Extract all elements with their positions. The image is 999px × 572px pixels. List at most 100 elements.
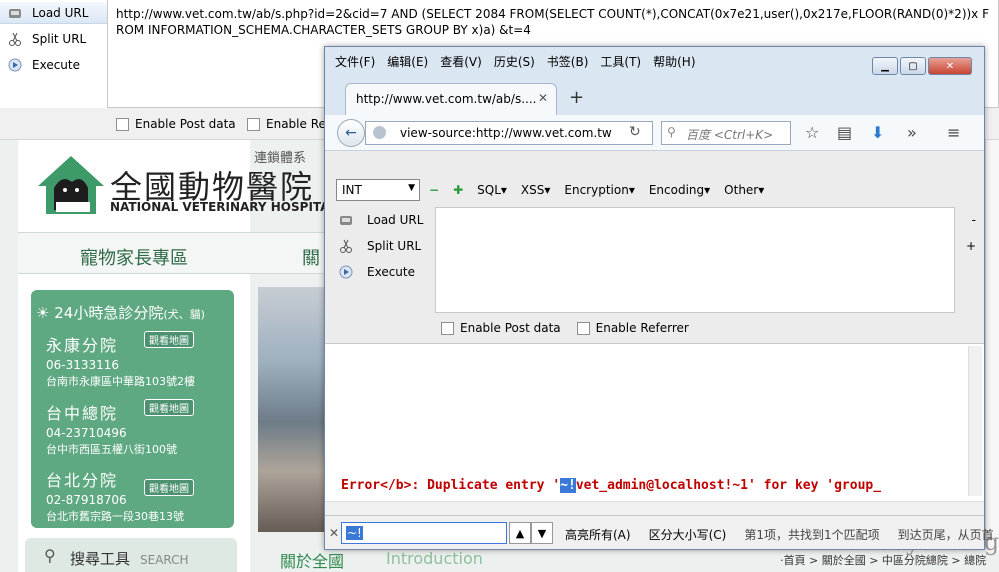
back-enable-referrer-option[interactable]: Enable Re [247, 117, 326, 131]
highlight-all-button[interactable]: 高亮所有(A) [565, 526, 631, 543]
hackbar-panel: INT ▼ − ✚ SQL▾ XSS▾ Encryption▾ Encoding▾… [325, 151, 984, 343]
menu-encryption[interactable]: Encryption▾ [564, 183, 634, 197]
browser-tab[interactable]: http://www.vet.com.tw/ab/s.... ✕ [345, 83, 557, 115]
back-execute-label: Execute [32, 58, 80, 72]
maximize-icon: ▢ [908, 60, 918, 72]
back-split-url-label: Split URL [32, 32, 87, 46]
branch-phone: 04-23710496 [46, 426, 127, 440]
page-scrollbar[interactable] [985, 140, 999, 552]
back-load-url-button[interactable]: Load URL [0, 2, 107, 24]
branch-phone: 06-3133116 [46, 358, 120, 372]
firefox-window: 文件(F) 编辑(E) 查看(V) 历史(S) 书签(B) 工具(T) 帮助(H… [324, 46, 994, 550]
close-button[interactable]: ✕ [928, 57, 972, 75]
sql-error-line: Error</b>: Duplicate entry '~!vet_admin@… [341, 478, 881, 493]
menu-help[interactable]: 帮助(H) [653, 53, 695, 70]
hackbar-url-textarea[interactable] [435, 207, 955, 313]
menu-file[interactable]: 文件(F) [335, 53, 375, 70]
map-button-yongkang[interactable]: 觀看地圖 [144, 331, 194, 348]
find-result-info: 第1项，共找到1个匹配项 [744, 528, 880, 542]
download-icon[interactable]: ⬇ [871, 123, 884, 142]
chevron-down-icon: ▼ [408, 183, 415, 193]
search-tool-label: 搜尋工具 [70, 550, 131, 568]
url-bar[interactable]: view-source:http://www.vet.com.tw [365, 121, 653, 145]
sun-icon: ☀ [36, 304, 50, 322]
decrease-icon[interactable]: - [972, 213, 976, 227]
menu-xss[interactable]: XSS▾ [521, 183, 550, 197]
type-select-value: INT [342, 183, 362, 197]
back-execute-button[interactable]: Execute [8, 54, 80, 76]
nav-pet-parents[interactable]: 寵物家長專區 [80, 244, 188, 270]
tab-strip: http://www.vet.com.tw/ab/s.... ✕ + [325, 75, 984, 115]
find-input-value: ~! [346, 526, 363, 540]
find-input[interactable]: ~! [341, 522, 507, 544]
reload-icon[interactable]: ↻ [629, 124, 641, 140]
plus-icon[interactable]: ✚ [453, 183, 463, 197]
search-input[interactable]: 百度 <Ctrl+K> [661, 121, 791, 145]
horizontal-scrollbar[interactable] [325, 501, 984, 515]
map-button-taipei[interactable]: 觀看地圖 [144, 479, 194, 496]
reading-list-icon[interactable]: ▤ [837, 123, 852, 142]
overflow-icon[interactable]: » [907, 123, 917, 142]
minimize-button[interactable]: ▁ [872, 57, 898, 75]
globe-icon [373, 126, 386, 139]
back-enable-post-checkbox[interactable] [116, 118, 129, 131]
back-enable-post-label: Enable Post data [135, 117, 236, 131]
bookmark-star-icon[interactable]: ☆ [805, 123, 819, 142]
menu-edit[interactable]: 编辑(E) [387, 53, 428, 70]
increase-icon[interactable]: + [966, 239, 976, 253]
execute-icon [8, 58, 22, 72]
window-controls: ▁ ▢ ✕ [872, 57, 972, 75]
map-button-taichung[interactable]: 觀看地圖 [144, 399, 194, 416]
execute-button[interactable]: Execute [339, 265, 415, 279]
tab-close-icon[interactable]: ✕ [538, 91, 548, 105]
vertical-scrollbar[interactable] [968, 346, 982, 496]
enable-post-option[interactable]: Enable Post data [441, 321, 561, 335]
back-enable-post-option[interactable]: Enable Post data [116, 117, 236, 131]
back-split-url-button[interactable]: Split URL [8, 28, 86, 50]
back-load-url-label: Load URL [32, 5, 89, 20]
menu-encoding[interactable]: Encoding▾ [649, 183, 710, 197]
error-suffix: vet_admin@localhost!~1' for key 'group_ [575, 478, 882, 493]
hospital-logo-icon [36, 152, 106, 218]
about-heading: 關於全國 [280, 552, 345, 571]
emergency-title: ☀ 24小時急診分院(犬、貓) [36, 302, 205, 323]
navigation-toolbar: view-source:http://www.vet.com.tw ← ↻ 百度… [325, 115, 984, 151]
menu-other[interactable]: Other▾ [724, 183, 764, 197]
menu-tools[interactable]: 工具(T) [600, 53, 641, 70]
find-previous-button[interactable]: ▲ [509, 522, 531, 544]
enable-referrer-checkbox[interactable] [576, 322, 590, 335]
enable-post-checkbox[interactable] [441, 322, 454, 335]
find-close-icon[interactable]: ✕ [329, 526, 339, 540]
hamburger-menu-icon[interactable]: ≡ [947, 123, 960, 142]
chevron-down-icon: ▼ [537, 526, 547, 540]
hackbar-menu: − ✚ SQL▾ XSS▾ Encryption▾ Encoding▾ Othe… [429, 183, 764, 197]
type-select[interactable]: INT ▼ [336, 179, 420, 201]
enable-referrer-option[interactable]: Enable Referrer [576, 321, 689, 335]
tab-title: http://www.vet.com.tw/ab/s.... [356, 92, 537, 106]
find-next-button[interactable]: ▼ [531, 522, 553, 544]
emergency-title-small: (犬、貓) [163, 308, 205, 321]
branch-address: 台南市永康區中華路103號2樓 [46, 375, 195, 388]
menu-bookmarks[interactable]: 书签(B) [547, 53, 589, 70]
nav-about[interactable]: 關 [302, 244, 320, 270]
search-tool-tab[interactable] [25, 538, 237, 572]
emergency-title-text: 24小時急診分院 [54, 304, 164, 322]
search-icon: ⚲ [667, 125, 676, 139]
menu-view[interactable]: 查看(V) [440, 53, 482, 70]
menu-history[interactable]: 历史(S) [494, 53, 535, 70]
split-url-button[interactable]: Split URL [339, 239, 421, 253]
back-arrow-icon[interactable]: ← [337, 119, 365, 147]
minus-icon[interactable]: − [429, 183, 439, 197]
page-source-view: Error</b>: Duplicate entry '~!vet_admin@… [325, 343, 984, 515]
branch-address: 台北市舊宗路一段30巷13號 [46, 510, 184, 523]
new-tab-icon[interactable]: + [569, 87, 584, 108]
chain-label: 連鎖體系 [254, 151, 307, 166]
back-enable-referrer-checkbox[interactable] [247, 118, 260, 131]
load-url-button[interactable]: Load URL [339, 213, 423, 227]
maximize-button[interactable]: ▢ [900, 57, 926, 75]
menu-sql[interactable]: SQL▾ [477, 183, 507, 197]
find-options: 高亮所有(A) 区分大小写(C) 第1项，共找到1个匹配项 到达页尾，从页首 [565, 526, 994, 543]
match-case-button[interactable]: 区分大小写(C) [649, 526, 727, 543]
building-photo [258, 287, 330, 532]
scissors-icon [8, 32, 22, 46]
